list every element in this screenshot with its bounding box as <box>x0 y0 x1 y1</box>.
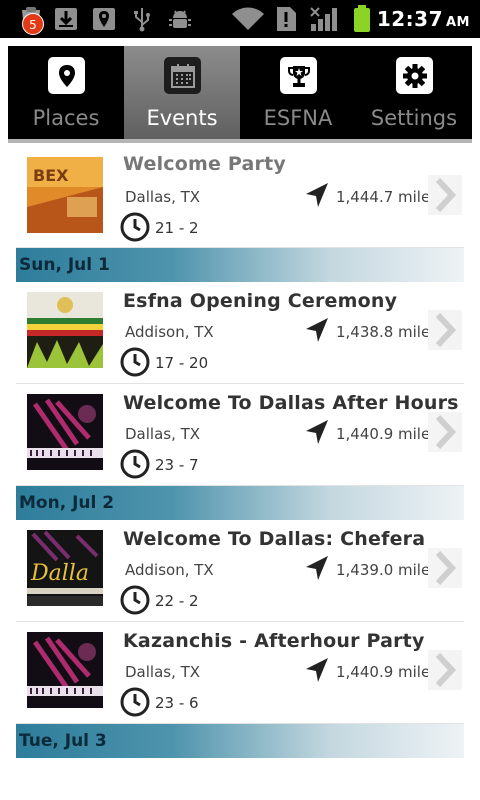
event-thumbnail <box>27 292 103 368</box>
event-row[interactable]: Esfna Opening Ceremony Addison, TX 1,438… <box>16 282 464 384</box>
event-list[interactable]: BEX Welcome Party Dallas, TX 1,444.7 mil… <box>16 147 464 758</box>
event-time: 17 - 20 <box>155 354 209 372</box>
chevron-right-icon[interactable] <box>428 310 462 350</box>
battery-icon <box>350 0 374 38</box>
event-row[interactable]: BEX Welcome Party Dallas, TX 1,444.7 mil… <box>16 147 464 248</box>
event-thumbnail: BEX <box>27 157 103 233</box>
event-location: Dallas, TX <box>125 188 201 206</box>
section-header-date: Sun, Jul 1 <box>16 248 464 282</box>
tab-underline <box>8 139 472 143</box>
section-header-date: Mon, Jul 2 <box>16 486 464 520</box>
event-time: 23 - 7 <box>155 456 199 474</box>
event-time: 22 - 2 <box>155 592 199 610</box>
event-thumbnail <box>27 632 103 708</box>
event-time: 23 - 6 <box>155 694 199 712</box>
chevron-right-icon[interactable] <box>428 412 462 452</box>
event-distance: 1,438.8 miles <box>336 323 439 341</box>
map-pin-icon <box>90 0 118 38</box>
tab-settings[interactable]: Settings <box>356 46 472 139</box>
clock-icon <box>120 585 150 619</box>
event-title: Welcome To Dallas: Chefera <box>123 528 426 550</box>
svg-text:Dalla: Dalla <box>30 561 89 586</box>
event-row[interactable]: Welcome To Dallas After Hours Dallas, TX… <box>16 384 464 486</box>
section-header-date: Tue, Jul 3 <box>16 724 464 758</box>
event-title: Welcome To Dallas After Hours <box>123 392 459 414</box>
tab-bar: Places Events ESFNA Settings <box>8 46 472 139</box>
navigation-arrow-icon <box>304 656 330 688</box>
gear-icon <box>396 57 433 94</box>
navigation-arrow-icon <box>304 181 330 213</box>
alert-icon <box>274 0 298 38</box>
tab-label: Places <box>32 106 100 130</box>
event-location: Dallas, TX <box>125 663 201 681</box>
event-title: Esfna Opening Ceremony <box>123 290 398 312</box>
status-bar: 5 12:37 AM <box>0 0 480 38</box>
tab-label: Settings <box>370 106 458 130</box>
tab-events[interactable]: Events <box>124 46 240 139</box>
event-row[interactable]: Dalla Welcome To Dallas: Chefera Addison… <box>16 520 464 622</box>
event-distance: 1,440.9 miles <box>336 425 439 443</box>
chevron-right-icon[interactable] <box>428 175 462 215</box>
event-location: Dallas, TX <box>125 425 201 443</box>
event-title: Kazanchis - Afterhour Party <box>123 630 425 652</box>
navigation-arrow-icon <box>304 554 330 586</box>
android-debug-icon <box>166 0 194 38</box>
event-location: Addison, TX <box>125 323 214 341</box>
tab-label: Events <box>146 106 218 130</box>
clock-icon <box>120 687 150 721</box>
usb-icon <box>130 0 154 38</box>
tab-esfna[interactable]: ESFNA <box>240 46 356 139</box>
calendar-icon <box>164 57 201 94</box>
clock-icon <box>120 212 150 246</box>
tab-label: ESFNA <box>263 106 333 130</box>
map-pin-icon <box>48 57 85 94</box>
event-distance: 1,439.0 miles <box>336 561 439 579</box>
navigation-arrow-icon <box>304 316 330 348</box>
event-title: Welcome Party <box>123 153 286 175</box>
notification-count-badge: 5 <box>22 13 44 35</box>
event-distance: 1,444.7 miles <box>336 188 439 206</box>
tab-places[interactable]: Places <box>8 46 124 139</box>
chevron-right-icon[interactable] <box>428 548 462 588</box>
signal-icon <box>308 0 340 38</box>
download-icon <box>52 0 80 38</box>
trophy-icon <box>280 57 317 94</box>
svg-text:BEX: BEX <box>33 166 69 185</box>
status-clock: 12:37 AM <box>376 7 470 31</box>
event-time: 21 - 2 <box>155 219 199 237</box>
event-distance: 1,440.9 miles <box>336 663 439 681</box>
event-thumbnail: Dalla <box>27 530 103 606</box>
event-thumbnail <box>27 394 103 470</box>
event-location: Addison, TX <box>125 561 214 579</box>
navigation-arrow-icon <box>304 418 330 450</box>
clock-icon <box>120 347 150 381</box>
chevron-right-icon[interactable] <box>428 650 462 690</box>
event-row[interactable]: Kazanchis - Afterhour Party Dallas, TX 1… <box>16 622 464 724</box>
clock-icon <box>120 449 150 483</box>
wifi-icon <box>230 0 266 38</box>
